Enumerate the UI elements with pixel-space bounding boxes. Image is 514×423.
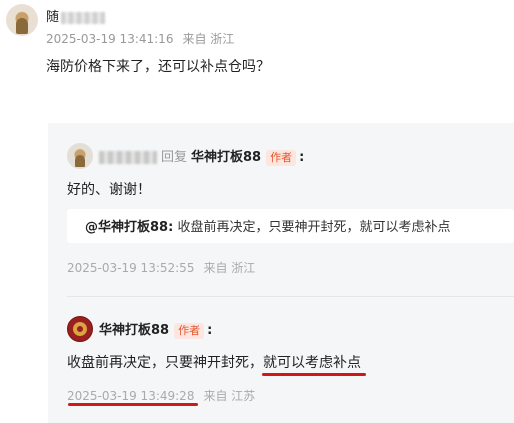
quoted-text: 收盘前再决定，只要神开封死，就可以考虑补点	[177, 220, 451, 235]
reply-target-name[interactable]: 华神打板88	[191, 150, 261, 165]
author-reply-text-2: 就可以考虑补点	[263, 355, 361, 371]
author-reply-location: 来自 江苏	[203, 389, 256, 403]
quoted-reply: @华神打板88: 收盘前再决定，只要神开封死，就可以考虑补点	[85, 216, 450, 235]
reply-colon: :	[299, 150, 305, 165]
reply-meta: 2025-03-19 13:52:55 来自 浙江	[67, 259, 255, 276]
author-reply-content: 收盘前再决定，只要神开封死，就可以考虑补点	[67, 352, 361, 372]
author-name[interactable]: 华神打板88	[99, 323, 169, 338]
author-badge: 作者	[266, 150, 297, 166]
red-underline-annotation	[68, 403, 198, 406]
author-reply-header: 华神打板88 作者:	[99, 319, 212, 339]
comment-location: 来自 浙江	[182, 32, 235, 46]
username-blurred	[61, 11, 106, 24]
user-avatar[interactable]	[6, 4, 38, 36]
author-colon: :	[207, 323, 213, 338]
reply-location: 来自 浙江	[203, 261, 256, 275]
reply-content: 好的、谢谢！	[67, 182, 151, 198]
username-text: 随	[46, 10, 60, 25]
red-underline-annotation	[262, 373, 366, 376]
author-reply-time: 2025-03-19 13:49:28	[67, 389, 195, 403]
reply-username-blurred[interactable]	[99, 151, 157, 164]
author-reply-meta: 2025-03-19 13:49:28 来自 江苏	[67, 387, 255, 404]
reply-user-avatar[interactable]	[67, 143, 93, 169]
reply-time: 2025-03-19 13:52:55	[67, 261, 195, 275]
username[interactable]: 随	[46, 6, 106, 25]
comment-meta: 2025-03-19 13:41:16 来自 浙江	[46, 30, 234, 47]
author-badge: 作者	[174, 323, 205, 339]
reply-label: 回复	[161, 150, 188, 165]
reply-divider	[67, 296, 514, 297]
comment-content: 海防价格下来了，还可以补点仓吗？	[46, 59, 270, 75]
author-avatar[interactable]	[67, 316, 93, 342]
reply-header: 回复 华神打板88 作者:	[99, 146, 304, 166]
author-reply-text-1: 收盘前再决定，只要神开封死，	[67, 355, 263, 371]
comment-time: 2025-03-19 13:41:16	[46, 32, 174, 46]
quoted-author[interactable]: @华神打板88:	[85, 220, 173, 235]
